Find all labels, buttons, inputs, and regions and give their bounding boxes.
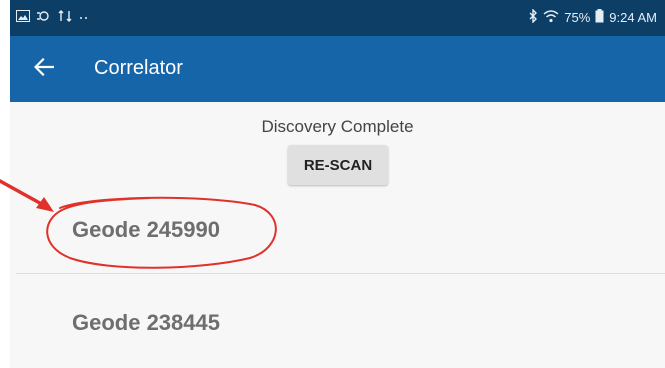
discovery-status: Discovery Complete — [261, 117, 414, 136]
page-title: Correlator — [94, 57, 183, 79]
status-system: 75% 9:24 AM — [528, 8, 657, 26]
battery-percent: 75% — [564, 10, 591, 25]
list-divider — [16, 273, 665, 274]
app-bar: Correlator — [10, 36, 665, 102]
wifi-icon — [543, 9, 559, 26]
more-dots-icon — [78, 10, 90, 25]
back-button[interactable] — [28, 53, 60, 85]
screenshot-stage: 75% 9:24 AM Correlator Discovery Complet… — [0, 0, 665, 368]
bluetooth-icon — [528, 8, 538, 26]
device-name: Geode 245990 — [72, 217, 220, 242]
image-notification-icon — [16, 10, 30, 25]
status-bar: 75% 9:24 AM — [10, 0, 665, 36]
sync-icon — [36, 10, 52, 25]
device-list-item[interactable]: Geode 245990 — [10, 199, 665, 259]
clock: 9:24 AM — [609, 10, 657, 25]
transfer-icon — [58, 10, 72, 25]
device-list-item[interactable]: Geode 238445 — [10, 292, 665, 352]
device-screen: 75% 9:24 AM Correlator Discovery Complet… — [10, 0, 665, 368]
battery-icon — [595, 9, 604, 26]
status-notifications — [16, 10, 90, 25]
rescan-button[interactable]: RE-SCAN — [288, 145, 388, 185]
arrow-left-icon — [33, 57, 55, 81]
device-name: Geode 238445 — [72, 310, 220, 335]
